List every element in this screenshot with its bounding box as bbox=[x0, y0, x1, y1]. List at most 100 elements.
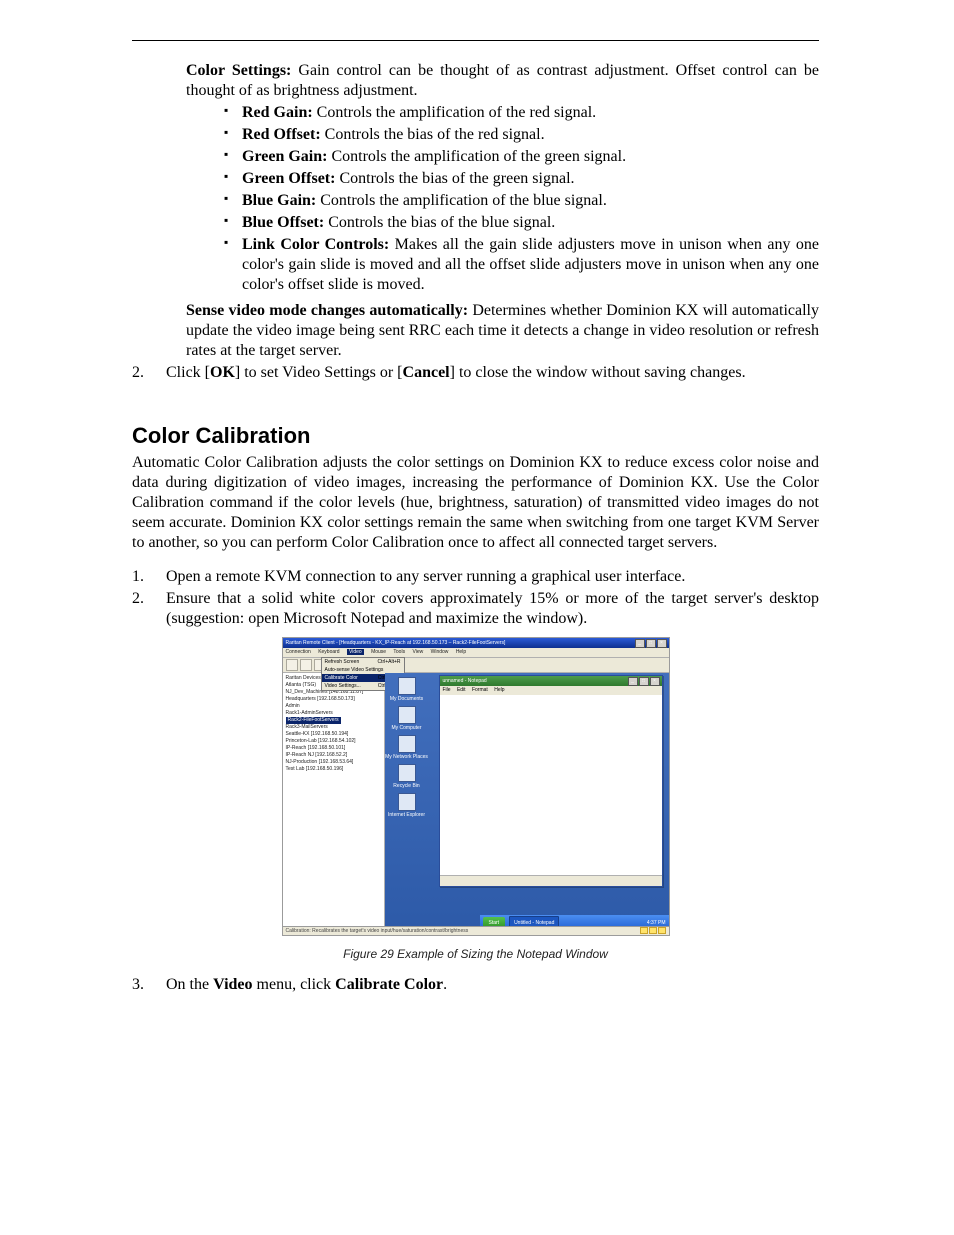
desktop-icon-label: Recycle Bin bbox=[385, 783, 429, 789]
tree-item[interactable]: Test Lab [192.168.50.196] bbox=[286, 766, 381, 773]
step-number: 3. bbox=[132, 975, 166, 995]
minimize-icon[interactable]: _ bbox=[628, 677, 638, 686]
bullet-label: Red Offset: bbox=[242, 126, 321, 143]
tree-item[interactable]: Seattle-KX [192.168.50.194] bbox=[286, 731, 381, 738]
bullet-label: Blue Offset: bbox=[242, 214, 324, 231]
bullet-text: Controls the amplification of the blue s… bbox=[316, 192, 607, 209]
step-text: Click [OK] to set Video Settings or [Can… bbox=[166, 363, 819, 383]
bullet-label: Green Offset: bbox=[242, 170, 335, 187]
tree-item[interactable]: Rack1-AdminServers bbox=[286, 710, 381, 717]
app-title: Raritan Remote Client - [Headquarters - … bbox=[286, 640, 506, 646]
step-pre: Click [ bbox=[166, 364, 210, 381]
status-led-icon bbox=[658, 927, 666, 934]
notepad-titlebar: unnamed - Notepad _ □ × bbox=[440, 676, 662, 686]
step-mid: ] to set Video Settings or [ bbox=[235, 364, 403, 381]
section-heading-color-calibration: Color Calibration bbox=[132, 423, 819, 449]
cancel-label: Cancel bbox=[403, 364, 450, 381]
tree-item[interactable]: Princeton-Lab [192.168.54.102] bbox=[286, 738, 381, 745]
step-post: ] to close the window without saving cha… bbox=[450, 364, 746, 381]
menu-item[interactable]: Format bbox=[472, 687, 488, 693]
desktop-icon[interactable] bbox=[398, 764, 416, 782]
step-number: 2. bbox=[132, 589, 166, 629]
target-desktop: My Documents My Computer My Network Plac… bbox=[385, 673, 669, 931]
desktop-icon[interactable] bbox=[398, 735, 416, 753]
menu-item[interactable]: Mouse bbox=[371, 649, 386, 655]
bullet-link-color-controls: Link Color Controls: Makes all the gain … bbox=[224, 235, 819, 295]
figure-caption: Figure 29 Example of Sizing the Notepad … bbox=[132, 947, 819, 961]
bullet-text: Controls the bias of the red signal. bbox=[321, 126, 545, 143]
notepad-body[interactable] bbox=[440, 695, 662, 876]
bullet-text: Controls the amplification of the red si… bbox=[313, 104, 597, 121]
calibrate-color-label: Calibrate Color bbox=[335, 976, 443, 993]
sense-label: Sense video mode changes automatically: bbox=[186, 302, 468, 319]
tree-item-selected[interactable]: Rack2-FileFootServers bbox=[286, 717, 381, 724]
bullet-label: Link Color Controls: bbox=[242, 236, 389, 253]
menu-item[interactable]: Connection bbox=[286, 649, 311, 655]
list-item: 1. Open a remote KVM connection to any s… bbox=[132, 567, 819, 587]
menu-item[interactable]: Window bbox=[431, 649, 449, 655]
bullet-label: Blue Gain: bbox=[242, 192, 316, 209]
minimize-icon[interactable]: _ bbox=[635, 639, 645, 648]
toolbar-button[interactable] bbox=[286, 659, 298, 671]
color-settings-label: Color Settings: bbox=[186, 62, 291, 79]
menu-item[interactable]: Video bbox=[347, 649, 364, 655]
step-text: Ensure that a solid white color covers a… bbox=[166, 589, 819, 629]
tree-item[interactable]: Rack3-MailServers bbox=[286, 724, 381, 731]
desktop-icon-label: My Computer bbox=[385, 725, 429, 731]
menu-item[interactable]: Edit bbox=[457, 687, 466, 693]
top-step-2: 2. Click [OK] to set Video Settings or [… bbox=[132, 363, 819, 383]
notepad-scrollbar[interactable] bbox=[440, 875, 662, 886]
desktop-icon-label: My Documents bbox=[385, 696, 429, 702]
desktop-icon[interactable] bbox=[398, 793, 416, 811]
tree-item[interactable]: IP-Reach NJ [192.168.52.2] bbox=[286, 752, 381, 759]
step-number: 1. bbox=[132, 567, 166, 587]
color-settings-paragraph: Color Settings: Gain control can be thou… bbox=[186, 61, 819, 101]
app-statusbar: Calibration: Recalibrates the target's v… bbox=[283, 926, 669, 935]
desktop-icon[interactable] bbox=[398, 677, 416, 695]
bullet-text: Controls the amplification of the green … bbox=[327, 148, 626, 165]
step-pre: On the bbox=[166, 976, 213, 993]
list-item: 2. Ensure that a solid white color cover… bbox=[132, 589, 819, 629]
status-led-icon bbox=[640, 927, 648, 934]
maximize-icon[interactable]: □ bbox=[646, 639, 656, 648]
bullet-blue-gain: Blue Gain: Controls the amplification of… bbox=[224, 191, 819, 211]
tree-item[interactable]: NJ-Production [192.168.53.64] bbox=[286, 759, 381, 766]
status-led-icon bbox=[649, 927, 657, 934]
bullet-text: Controls the bias of the blue signal. bbox=[324, 214, 555, 231]
desktop-icon[interactable] bbox=[398, 706, 416, 724]
list-item: 3. On the Video menu, click Calibrate Co… bbox=[132, 975, 819, 995]
step-number: 2. bbox=[132, 363, 166, 383]
toolbar-button[interactable] bbox=[300, 659, 312, 671]
step-text: On the Video menu, click Calibrate Color… bbox=[166, 975, 819, 995]
menu-item[interactable]: File bbox=[443, 687, 451, 693]
bullet-label: Red Gain: bbox=[242, 104, 313, 121]
notepad-window[interactable]: unnamed - Notepad _ □ × File Edit Format bbox=[439, 675, 663, 887]
figure-29-screenshot: Raritan Remote Client - [Headquarters - … bbox=[282, 637, 670, 936]
step-post: . bbox=[443, 976, 447, 993]
desktop-icon-label: Internet Explorer bbox=[385, 812, 429, 818]
bullet-red-offset: Red Offset: Controls the bias of the red… bbox=[224, 125, 819, 145]
notepad-title: unnamed - Notepad bbox=[443, 678, 487, 684]
menu-item[interactable]: Tools bbox=[393, 649, 405, 655]
bullet-green-offset: Green Offset: Controls the bias of the g… bbox=[224, 169, 819, 189]
desktop-icon-label: My Network Places bbox=[385, 754, 429, 760]
bullet-text: Controls the bias of the green signal. bbox=[335, 170, 574, 187]
menu-item[interactable]: Help bbox=[456, 649, 466, 655]
section-body: Automatic Color Calibration adjusts the … bbox=[132, 453, 819, 553]
close-icon[interactable]: × bbox=[657, 639, 667, 648]
tree-item[interactable]: IP-Reach [192.168.50.101] bbox=[286, 745, 381, 752]
tree-item[interactable]: Admin bbox=[286, 703, 381, 710]
menu-item[interactable]: View bbox=[412, 649, 423, 655]
menu-item[interactable]: Keyboard bbox=[318, 649, 339, 655]
tree-item[interactable]: Headquarters [192.168.50.173] bbox=[286, 696, 381, 703]
bullet-blue-offset: Blue Offset: Controls the bias of the bl… bbox=[224, 213, 819, 233]
color-bullets: Red Gain: Controls the amplification of … bbox=[186, 103, 819, 295]
device-tree[interactable]: Raritan Devices Atlanta (TSG) NJ_Dev_Mac… bbox=[283, 673, 385, 931]
menu-item[interactable]: Refresh Screen Ctrl+Alt+R bbox=[322, 658, 404, 666]
maximize-icon[interactable]: □ bbox=[639, 677, 649, 686]
top-rule bbox=[132, 40, 819, 41]
bullet-green-gain: Green Gain: Controls the amplification o… bbox=[224, 147, 819, 167]
video-menu-label: Video bbox=[213, 976, 252, 993]
close-icon[interactable]: × bbox=[650, 677, 660, 686]
menu-item[interactable]: Help bbox=[494, 687, 504, 693]
